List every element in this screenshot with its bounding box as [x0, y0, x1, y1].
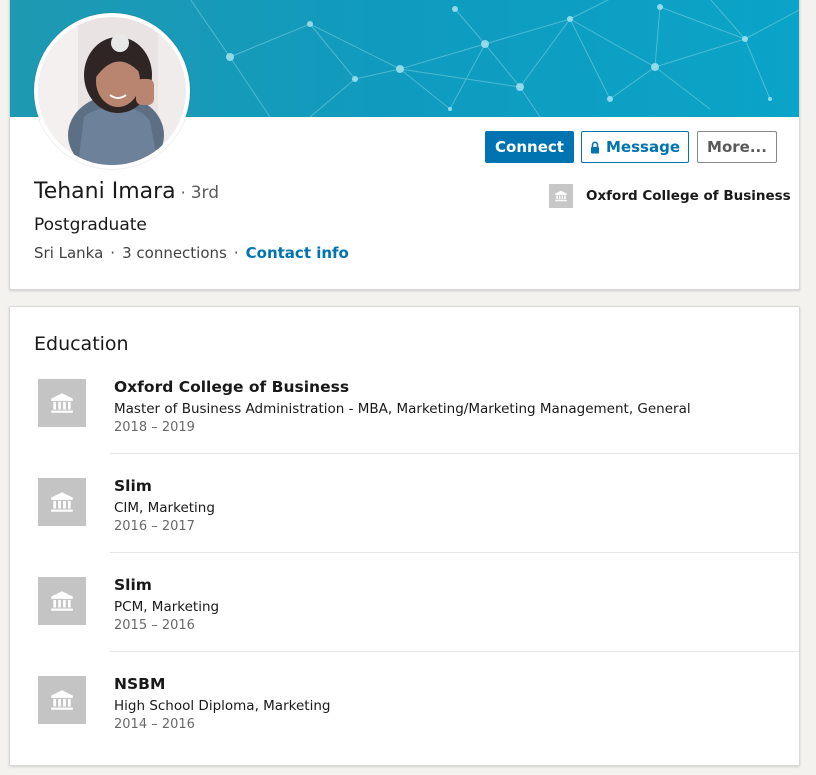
degree-field: PCM, Marketing [114, 599, 220, 615]
profile-name-row: Tehani Imara · 3rd [34, 179, 219, 204]
current-school[interactable]: Oxford College of Business [549, 184, 791, 208]
message-button[interactable]: Message [581, 131, 689, 163]
more-button[interactable]: More... [697, 131, 777, 163]
degree-field: CIM, Marketing [114, 500, 215, 516]
degree-field: Master of Business Administration - MBA,… [114, 401, 691, 417]
school-name[interactable]: Slim [114, 477, 152, 495]
profile-top-card: Connect Message More... Tehani Imara · 3… [9, 0, 800, 290]
date-range: 2014 – 2016 [114, 717, 195, 732]
more-button-label: More... [707, 138, 767, 156]
date-range: 2018 – 2019 [114, 420, 195, 435]
school-name[interactable]: NSBM [114, 675, 165, 693]
profile-headline: Postgraduate [34, 215, 147, 235]
message-button-label: Message [606, 138, 680, 156]
current-school-name: Oxford College of Business [586, 188, 791, 204]
school-icon [549, 184, 573, 208]
divider [110, 552, 799, 553]
school-name[interactable]: Oxford College of Business [114, 378, 349, 396]
profile-name: Tehani Imara [34, 179, 176, 204]
separator-dot: · [110, 244, 116, 262]
connect-button[interactable]: Connect [485, 131, 574, 163]
school-icon [38, 676, 86, 724]
date-range: 2015 – 2016 [114, 618, 195, 633]
lock-icon [590, 141, 600, 154]
education-item[interactable]: Oxford College of Business Master of Bus… [10, 378, 801, 478]
connect-button-label: Connect [495, 138, 564, 156]
profile-connections[interactable]: 3 connections [122, 244, 227, 262]
profile-location: Sri Lanka [34, 244, 104, 262]
contact-info-link[interactable]: Contact info [246, 244, 349, 262]
profile-photo[interactable] [34, 13, 190, 169]
separator-dot: · [233, 244, 239, 262]
separator-dot: · [180, 183, 186, 202]
section-title: Education [34, 333, 129, 355]
connection-degree: 3rd [190, 183, 220, 203]
education-item[interactable]: Slim CIM, Marketing 2016 – 2017 [10, 477, 801, 577]
profile-meta: Sri Lanka · 3 connections · Contact info [34, 244, 349, 262]
date-range: 2016 – 2017 [114, 519, 195, 534]
divider [110, 453, 799, 454]
school-icon [38, 577, 86, 625]
degree-field: High School Diploma, Marketing [114, 698, 331, 714]
school-icon [38, 379, 86, 427]
education-item[interactable]: NSBM High School Diploma, Marketing 2014… [10, 675, 801, 775]
education-section: Education Oxford College of Business Mas… [9, 306, 800, 766]
education-item[interactable]: Slim PCM, Marketing 2015 – 2016 [10, 576, 801, 676]
school-icon [38, 478, 86, 526]
divider [110, 651, 799, 652]
school-name[interactable]: Slim [114, 576, 152, 594]
